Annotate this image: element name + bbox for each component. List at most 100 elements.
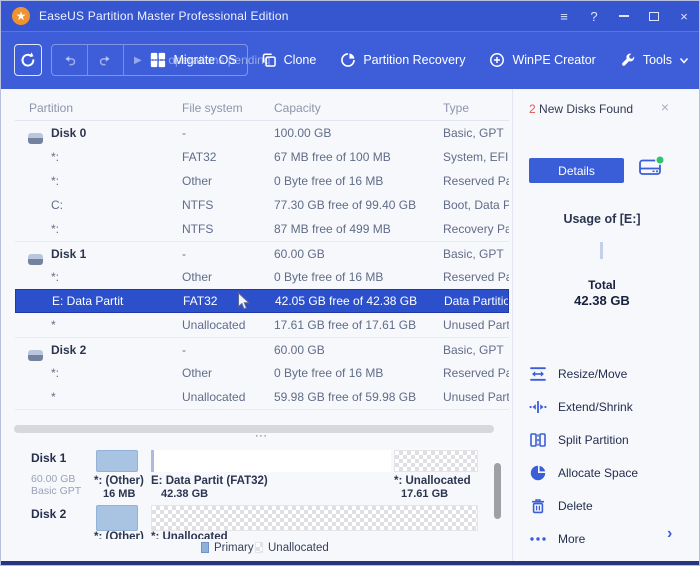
notification-close-icon[interactable]: × bbox=[656, 98, 674, 116]
partition-block-label: *: (Other) bbox=[94, 531, 144, 539]
toolbar: ▶ No operations pending Migrate OS Clone… bbox=[1, 31, 699, 89]
partition-name: *: bbox=[51, 366, 59, 380]
action-allocate-space[interactable]: Allocate Space bbox=[529, 462, 638, 484]
migrate-os-button[interactable]: Migrate OS bbox=[150, 52, 236, 68]
table-row[interactable]: *: Other 0 Byte free of 16 MB Reserved P… bbox=[15, 265, 509, 289]
window-bottom-border bbox=[1, 561, 699, 565]
table-row-disk2[interactable]: Disk 2 - 60.00 GB Basic, GPT bbox=[15, 337, 509, 361]
partition-name: *: bbox=[51, 270, 59, 284]
titlebar: ★ EaseUS Partition Master Professional E… bbox=[1, 1, 699, 31]
disk-icon bbox=[28, 133, 43, 144]
table-row[interactable]: *: Other 0 Byte free of 16 MB Reserved P… bbox=[15, 169, 509, 193]
legend-unallocated-swatch bbox=[255, 542, 263, 553]
legend-unallocated-label: Unallocated bbox=[268, 542, 329, 554]
partition-name: E: Data Partit bbox=[52, 294, 123, 308]
clone-icon bbox=[261, 52, 277, 68]
winpe-creator-button[interactable]: WinPE Creator bbox=[489, 52, 595, 68]
winpe-creator-icon bbox=[489, 52, 505, 68]
partition-name: *: bbox=[51, 174, 59, 188]
window-title: EaseUS Partition Master Professional Edi… bbox=[39, 9, 289, 23]
toolbar-item-label: WinPE Creator bbox=[512, 53, 595, 67]
table-row[interactable]: *: FAT32 67 MB free of 100 MB System, EF… bbox=[15, 145, 509, 169]
chevron-down-icon bbox=[679, 57, 689, 64]
table-row-selected-e-partition[interactable]: E: Data Partit FAT32 42.05 GB free of 42… bbox=[15, 289, 509, 313]
refresh-button[interactable] bbox=[14, 44, 42, 76]
menu-icon[interactable]: ≡ bbox=[549, 1, 579, 31]
action-label: Extend/Shrink bbox=[558, 400, 633, 414]
undo-icon bbox=[62, 53, 77, 68]
action-more[interactable]: More bbox=[529, 528, 585, 550]
panel-splitter-handle[interactable]: ⋯ bbox=[15, 429, 509, 443]
partition-name: * bbox=[51, 390, 56, 404]
action-label: More bbox=[558, 532, 585, 546]
migrate-os-icon bbox=[150, 52, 166, 68]
column-header-filesystem[interactable]: File system bbox=[182, 101, 274, 115]
new-disks-text: New Disks Found bbox=[539, 102, 633, 116]
maximize-icon bbox=[649, 12, 659, 21]
diskmap-disk2-name: Disk 2 bbox=[31, 507, 66, 521]
action-extend-shrink[interactable]: Extend/Shrink bbox=[529, 396, 633, 418]
action-resize-move[interactable]: Resize/Move bbox=[529, 363, 627, 385]
disk2-clipped-labels: *: (Other) *: Unallocated bbox=[1, 529, 511, 539]
disk2-other-partition-block[interactable] bbox=[96, 505, 138, 531]
partition-block-label: E: Data Partit (FAT32) bbox=[151, 475, 268, 487]
table-row[interactable]: *: Other 0 Byte free of 16 MB Reserved P… bbox=[15, 361, 509, 385]
more-dots-icon bbox=[529, 530, 547, 548]
disk1-e-partition-block[interactable] bbox=[154, 450, 391, 472]
toolbar-item-label: Tools bbox=[643, 53, 672, 67]
column-header-capacity[interactable]: Capacity bbox=[274, 101, 443, 115]
table-bottom-border bbox=[15, 409, 509, 410]
new-disk-drive-icon[interactable] bbox=[637, 152, 665, 185]
toolbar-item-label: Clone bbox=[284, 53, 317, 67]
undo-button[interactable] bbox=[52, 45, 87, 75]
column-header-type[interactable]: Type bbox=[443, 101, 509, 115]
disk1-other-partition-block[interactable] bbox=[96, 450, 138, 472]
table-row-disk0[interactable]: Disk 0 - 100.00 GB Basic, GPT bbox=[15, 121, 509, 145]
new-disks-notification: 2 New Disks Found bbox=[529, 102, 633, 116]
split-partition-icon bbox=[529, 431, 547, 449]
disk1-unallocated-block[interactable] bbox=[394, 450, 478, 472]
clone-button[interactable]: Clone bbox=[261, 52, 317, 68]
diskmap-disk1-name: Disk 1 bbox=[31, 451, 66, 465]
mouse-cursor bbox=[237, 292, 251, 312]
tools-button[interactable]: Tools bbox=[620, 52, 689, 68]
diskmap-disk1-size: 60.00 GB bbox=[31, 473, 75, 485]
details-button[interactable]: Details bbox=[529, 158, 624, 183]
minimize-button[interactable] bbox=[609, 1, 639, 31]
partition-block-size: 17.61 GB bbox=[401, 488, 448, 500]
partition-name: *: bbox=[51, 150, 59, 164]
action-delete[interactable]: Delete bbox=[529, 495, 593, 517]
help-icon[interactable]: ? bbox=[579, 1, 609, 31]
action-split-partition[interactable]: Split Partition bbox=[529, 429, 629, 451]
minimize-icon bbox=[619, 15, 629, 17]
table-row[interactable]: * Unallocated 59.98 GB free of 59.98 GB … bbox=[15, 385, 509, 409]
usage-bar bbox=[600, 242, 603, 259]
new-disks-count: 2 bbox=[529, 102, 536, 116]
delete-trash-icon bbox=[529, 497, 547, 515]
vertical-scrollbar[interactable] bbox=[494, 463, 501, 519]
partition-block-size: 42.38 GB bbox=[161, 488, 208, 500]
redo-button[interactable] bbox=[87, 45, 123, 75]
table-row-disk1[interactable]: Disk 1 - 60.00 GB Basic, GPT bbox=[15, 241, 509, 265]
action-label: Resize/Move bbox=[558, 367, 627, 381]
table-row[interactable]: C: NTFS 77.30 GB free of 99.40 GB Boot, … bbox=[15, 193, 509, 217]
more-chevron-icon[interactable]: › bbox=[667, 525, 672, 543]
usage-title: Usage of [E:] bbox=[513, 212, 691, 226]
partition-name: C: bbox=[51, 198, 63, 212]
close-button[interactable]: × bbox=[669, 1, 699, 31]
legend-primary-label: Primary bbox=[214, 542, 254, 554]
table-row[interactable]: *: NTFS 87 MB free of 499 MB Recovery Pa… bbox=[15, 217, 509, 241]
resize-move-icon bbox=[529, 365, 547, 383]
column-header-partition[interactable]: Partition bbox=[15, 101, 182, 115]
allocate-space-icon bbox=[529, 464, 547, 482]
app-window: ★ EaseUS Partition Master Professional E… bbox=[0, 0, 700, 566]
disk2-unallocated-block[interactable] bbox=[151, 505, 478, 531]
partition-block-label: *: (Other) bbox=[94, 475, 144, 487]
panel-divider bbox=[512, 89, 513, 562]
toolbar-item-label: Migrate OS bbox=[173, 53, 236, 67]
maximize-button[interactable] bbox=[639, 1, 669, 31]
partition-recovery-button[interactable]: Partition Recovery bbox=[340, 52, 465, 68]
easeus-logo-icon: ★ bbox=[12, 7, 30, 25]
table-row[interactable]: * Unallocated 17.61 GB free of 17.61 GB … bbox=[15, 313, 509, 337]
partition-name: * bbox=[51, 318, 56, 332]
